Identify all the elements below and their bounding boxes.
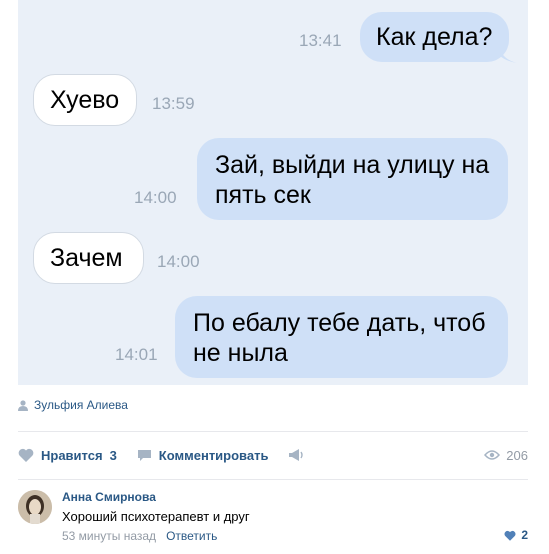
views-counter: 206 [484,448,528,463]
bubble-tail-icon [499,45,517,63]
message-text-line: Зай, выйди на улицу на [215,151,490,179]
share-button[interactable] [288,448,304,462]
message-text: Хуево [50,86,120,114]
comment-icon [137,449,151,461]
comment-item: Анна Смирнова Хороший психотерапевт и др… [18,490,528,548]
message-text: Как дела? [376,23,493,51]
user-icon [18,399,28,411]
post-author[interactable]: Зульфия Алиева [18,397,128,413]
message-incoming: Хуево [33,74,137,126]
eye-icon [484,450,501,460]
heart-icon [18,448,34,462]
like-button[interactable]: Нравится 3 [18,448,117,463]
reply-button[interactable]: Ответить [166,529,217,543]
message-outgoing: По ебалу тебе дать, чтоб не ныла [175,296,508,378]
chat-screenshot: 13:41 Как дела? Хуево 13:59 14:00 Зай, в… [18,0,528,385]
avatar[interactable] [18,490,52,524]
post-actions: Нравится 3 Комментировать 206 [18,444,528,466]
message-outgoing: Как дела? [360,12,517,63]
heart-small-icon [504,530,516,541]
like-label: Нравится [41,447,103,463]
message-time: 13:59 [152,94,195,113]
comment-label: Комментировать [158,447,269,463]
divider [18,431,528,432]
message-time: 14:00 [134,188,177,207]
message-time: 13:41 [299,31,342,50]
message-time: 14:01 [115,345,158,364]
message-text-line: По ебалу тебе дать, чтоб [193,309,486,337]
like-count: 3 [109,447,117,463]
comment-text: Хороший психотерапевт и друг [62,509,250,524]
comment-like-button[interactable]: 2 [504,528,528,542]
message-text-line: пять сек [215,181,311,209]
message-outgoing: Зай, выйди на улицу на пять сек [197,138,508,220]
share-icon [289,449,304,461]
comment-time[interactable]: 53 минуты назад [62,529,156,543]
comment-like-count: 2 [521,528,528,542]
comment-author[interactable]: Анна Смирнова [62,490,156,504]
divider [18,479,528,480]
post-author-name[interactable]: Зульфия Алиева [34,398,128,412]
comment-button[interactable]: Комментировать [137,447,269,463]
message-text: Зачем [50,244,123,272]
views-count: 206 [506,447,528,463]
comment-meta: 53 минуты назад Ответить [62,529,217,543]
message-text-line: не ныла [193,339,288,367]
avatar-image-icon [18,490,52,524]
message-time: 14:00 [157,252,200,271]
message-incoming: Зачем [33,232,144,284]
